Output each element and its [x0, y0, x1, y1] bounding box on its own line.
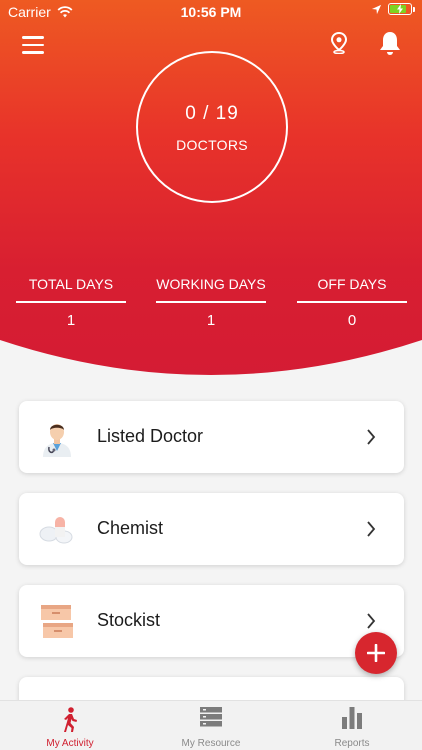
- card-chemist[interactable]: Chemist: [19, 493, 404, 565]
- doctor-progress-circle: 0 / 19 DOCTORS: [136, 51, 288, 203]
- tab-my-resource[interactable]: My Resource: [141, 701, 281, 750]
- stat-value: 0: [347, 312, 357, 329]
- tab-my-activity[interactable]: My Activity: [0, 701, 140, 750]
- stat-title: OFF DAYS: [317, 276, 387, 292]
- status-time: 10:56 PM: [180, 4, 242, 20]
- card-label: Listed Doctor: [97, 426, 204, 446]
- plus-icon: [367, 644, 385, 662]
- bell-icon[interactable]: [378, 30, 402, 56]
- location-pin-icon[interactable]: [330, 32, 348, 54]
- card-listed-doctor[interactable]: Listed Doctor: [19, 401, 404, 473]
- stat-title: TOTAL DAYS: [28, 276, 114, 292]
- doctor-count: 0 / 19: [185, 103, 239, 124]
- card-label: Stockist: [97, 610, 161, 630]
- bar-chart-icon: [342, 707, 362, 729]
- status-right: [371, 3, 415, 15]
- add-button[interactable]: [355, 632, 397, 674]
- card-label: Chemist: [97, 518, 164, 538]
- stat-off-days: OFF DAYS 0: [297, 276, 407, 329]
- location-arrow-icon: [371, 4, 382, 14]
- server-stack-icon: [200, 707, 222, 727]
- stat-working-days: WORKING DAYS 1: [156, 276, 266, 329]
- bottom-tab-bar: My Activity My Resource Reports: [0, 700, 422, 750]
- doctor-label: DOCTORS: [176, 137, 248, 153]
- status-bar: Carrier 10:56 PM: [0, 0, 422, 24]
- stat-total-days: TOTAL DAYS 1: [16, 276, 126, 329]
- chevron-right-icon: [367, 429, 376, 445]
- tab-label: My Resource: [181, 738, 241, 749]
- boxes-icon: [41, 605, 73, 638]
- stat-divider: [16, 301, 126, 303]
- running-person-icon: [64, 707, 77, 732]
- pills-icon: [39, 517, 73, 544]
- hamburger-menu-icon[interactable]: [22, 36, 44, 54]
- tab-label: My Activity: [46, 738, 94, 749]
- card-stockist[interactable]: Stockist: [19, 585, 404, 657]
- tab-reports[interactable]: Reports: [282, 701, 422, 750]
- tab-label: Reports: [334, 738, 370, 749]
- stat-title: WORKING DAYS: [156, 276, 266, 292]
- stat-divider: [297, 301, 407, 303]
- stat-divider: [156, 301, 266, 303]
- doctor-icon: [43, 424, 71, 457]
- battery-icon: [388, 3, 415, 15]
- chevron-right-icon: [367, 521, 376, 537]
- chevron-right-icon: [367, 613, 376, 629]
- stat-value: 1: [66, 312, 76, 329]
- stat-value: 1: [206, 312, 216, 329]
